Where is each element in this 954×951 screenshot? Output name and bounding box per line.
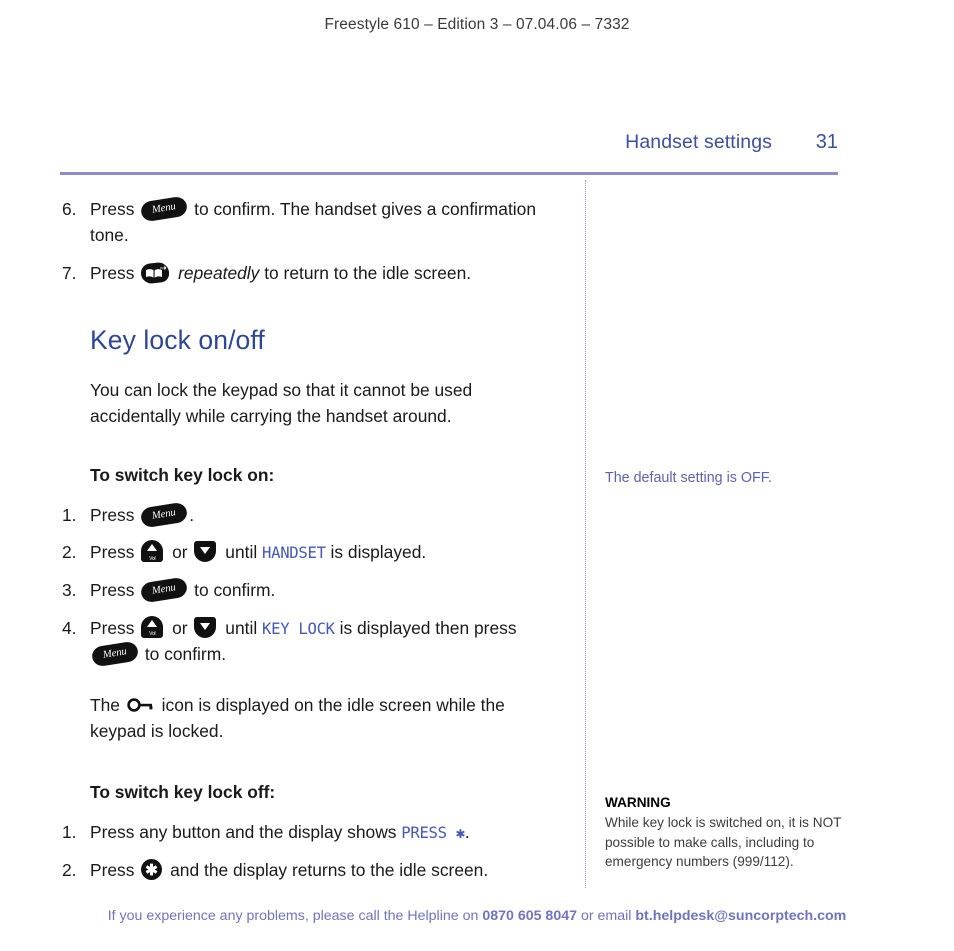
- step-text-post: is displayed then press: [339, 617, 517, 638]
- list-item: 6. Press Menu to confirm. The handset gi…: [62, 195, 562, 249]
- step-text-until: until: [225, 617, 258, 638]
- menu-key-icon: Menu: [140, 195, 189, 223]
- list-item: 7. Press repeatedly to return to the idl…: [62, 260, 562, 286]
- step-text-pre: Press: [90, 542, 135, 563]
- step-text-pre: Press: [90, 617, 135, 638]
- step-text-mid: or: [172, 617, 188, 638]
- step-number: 4.: [62, 617, 77, 638]
- list-item: 1. Press any button and the display show…: [62, 819, 562, 846]
- column-divider: [585, 180, 586, 888]
- lcd-display-text: PRESS ✱: [401, 824, 465, 843]
- step-text: Press Vol or until HANDSET is displayed.: [90, 539, 562, 566]
- step-number: 7.: [62, 262, 77, 283]
- menu-key-icon: Menu: [140, 576, 189, 604]
- list-item: 3. Press Menu to confirm.: [62, 576, 562, 604]
- step-text-post2: to confirm.: [144, 644, 227, 665]
- page-number: 31: [815, 131, 838, 153]
- step-number: 1.: [62, 504, 77, 525]
- step-number: 3.: [62, 580, 77, 601]
- lcd-display-text: KEY LOCK: [262, 619, 335, 638]
- step-text: Press Menu to confirm. The handset gives…: [90, 195, 562, 249]
- step-text-pre: Press: [90, 199, 135, 219]
- step-text-post: and the display returns to the idle scre…: [170, 859, 489, 880]
- list-item: 4. Press Vol or until KEY LOCK is displa…: [62, 615, 562, 668]
- step-text: Press Menu to confirm.: [90, 576, 562, 604]
- down-key-icon: [194, 616, 218, 640]
- title-rule-divider: [60, 172, 838, 175]
- footer-middle: or email: [580, 908, 632, 924]
- page-footer: If you experience any problems, please c…: [0, 908, 954, 924]
- step-text: Press and the display returns to the idl…: [90, 857, 562, 883]
- step-text-emphasis: repeatedly: [178, 262, 260, 283]
- step-text-mid: or: [172, 542, 188, 563]
- step-text-post: is displayed.: [330, 542, 427, 563]
- step-text: Press repeatedly to return to the idle s…: [90, 260, 562, 286]
- down-key-icon: [194, 540, 218, 564]
- warning-block: WARNING While key lock is switched on, i…: [605, 793, 855, 871]
- menu-key-icon: Menu: [90, 640, 140, 668]
- menu-key-icon: Menu: [140, 501, 189, 529]
- warning-title: WARNING: [605, 795, 671, 810]
- footer-phone: 0870 605 8047: [482, 908, 577, 924]
- step-text-post: to confirm.: [194, 580, 276, 601]
- section-heading: Key lock on/off: [90, 325, 265, 356]
- main-content-column: 6. Press Menu to confirm. The handset gi…: [62, 195, 562, 894]
- star-key-icon: [141, 858, 163, 881]
- step-text-pre: Press: [90, 262, 135, 283]
- side-note-default-setting: The default setting is OFF.: [605, 470, 772, 486]
- step-text-pre: Press: [90, 580, 135, 601]
- subheading-key-lock-on: To switch key lock on:: [90, 464, 275, 485]
- step-number: 2.: [62, 859, 77, 880]
- step-text-post: .: [189, 504, 195, 525]
- lock-note-pre: The: [90, 694, 120, 715]
- lcd-display-text: HANDSET: [262, 544, 326, 563]
- step-text-pre: Press any button and the display shows: [90, 822, 397, 843]
- step-text-pre: Press: [90, 504, 135, 525]
- up-key-icon: Vol: [141, 615, 165, 640]
- footer-lead: If you experience any problems, please c…: [107, 908, 479, 924]
- step-text-until: until: [225, 542, 258, 563]
- footer-email: bt.helpdesk@suncorptech.com: [635, 908, 847, 924]
- step-text-pre: Press: [90, 859, 135, 880]
- up-key-icon: Vol: [141, 540, 165, 564]
- step-number: 2.: [62, 542, 77, 563]
- list-item: 2. Press Vol or until HANDSET is display…: [62, 539, 562, 566]
- running-header: Freestyle 610 – Edition 3 – 07.04.06 – 7…: [324, 16, 630, 33]
- key-lock-glyph-icon: [126, 694, 156, 712]
- phonebook-key-icon: [140, 261, 171, 285]
- key-lock-icon-note: The icon is displayed on the idle screen…: [90, 692, 562, 745]
- warning-body: While key lock is switched on, it is NOT…: [605, 815, 842, 869]
- step-text-post: .: [464, 822, 470, 843]
- list-item: 2. Press and the display returns to the …: [62, 857, 562, 883]
- list-item: 1. Press Menu.: [62, 501, 562, 529]
- subheading-key-lock-off: To switch key lock off:: [90, 781, 276, 802]
- page-title-row: Handset settings 31: [60, 131, 838, 154]
- step-text: Press Vol or until KEY LOCK is displayed…: [90, 615, 562, 668]
- step-number: 6.: [62, 199, 77, 219]
- step-text: Press Menu.: [90, 501, 562, 529]
- step-number: 1.: [62, 822, 77, 843]
- intro-paragraph: You can lock the keypad so that it canno…: [90, 379, 473, 427]
- step-text: Press any button and the display shows P…: [90, 819, 562, 846]
- chapter-title: Handset settings: [625, 131, 772, 153]
- step-text-post: to return to the idle screen.: [264, 262, 472, 283]
